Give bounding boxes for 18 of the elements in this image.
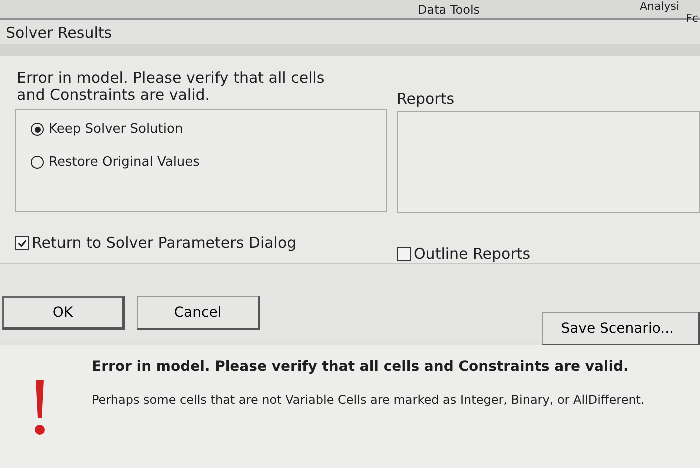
window-title: Solver Results xyxy=(6,24,112,44)
reports-list[interactable] xyxy=(397,111,700,213)
details-heading: Error in model. Please verify that all cells and Constraints are valid. xyxy=(92,359,630,375)
checkmark-icon xyxy=(16,238,28,248)
dialog-button[interactable]: Cancel xyxy=(137,296,260,330)
radio-option[interactable]: Restore Original Values xyxy=(31,155,386,170)
dialog-button[interactable]: Save Scenario... xyxy=(542,312,700,346)
ribbon-group-label: Analysi xyxy=(640,0,680,13)
ribbon-group-label: Fc xyxy=(686,12,698,25)
checkbox-option[interactable]: Return to Solver Parameters Dialog xyxy=(15,234,387,252)
reports-label: Reports xyxy=(397,90,456,108)
error-message: Error in model. Please verify that all cells and Constraints are valid. xyxy=(16,70,326,104)
exclamation-icon xyxy=(33,378,47,438)
details-text: Perhaps some cells that are not Variable Cells are marked as Integer, Binary, or AllDifferent. xyxy=(92,393,645,407)
checkbox-option[interactable]: Outline Reports xyxy=(397,245,700,263)
ribbon-group-label: Data Tools xyxy=(418,3,480,17)
radio-option[interactable]: Keep Solver Solution xyxy=(31,122,386,137)
dialog-button[interactable]: OK xyxy=(2,296,125,330)
